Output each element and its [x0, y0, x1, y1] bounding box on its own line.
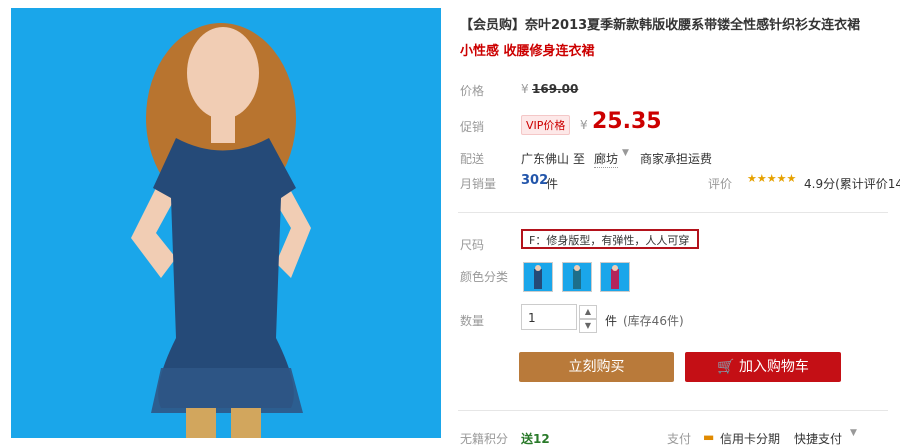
- shipping-label: 配送: [460, 152, 485, 166]
- points-label: 无籍积分: [460, 432, 509, 446]
- sales-label: 月销量: [460, 177, 497, 191]
- add-to-cart-button[interactable]: 🛒 加入购物车: [685, 352, 841, 382]
- product-info-panel: 【会员购】奈叶2013夏季新款韩版收腰系带镂全性感针织衫女连衣裙 小性感 收腰修…: [458, 0, 900, 447]
- sales-unit: 件: [546, 177, 559, 191]
- color-swatch-teal[interactable]: [562, 262, 592, 292]
- product-photo[interactable]: [11, 8, 441, 438]
- buy-now-button[interactable]: 立刻购买: [519, 352, 674, 382]
- quick-pay[interactable]: 快捷支付: [794, 430, 842, 447]
- sales-count: 302: [521, 173, 549, 188]
- rating-label: 评价: [708, 177, 733, 191]
- credit-card-installment[interactable]: 信用卡分期: [720, 430, 780, 447]
- stock-text: (库存46件): [623, 314, 684, 328]
- rating-text[interactable]: 4.9分(累计评价14): [804, 175, 900, 192]
- vip-price: 25.35: [592, 109, 662, 134]
- color-label: 颜色分类: [460, 270, 509, 284]
- vip-currency-symbol: ¥: [580, 118, 588, 132]
- add-to-cart-label: 加入购物车: [738, 359, 809, 375]
- product-title[interactable]: 【会员购】奈叶2013夏季新款韩版收腰系带镂全性感针织衫女连衣裙: [460, 14, 860, 33]
- chevron-down-icon[interactable]: ▼: [850, 428, 857, 438]
- payment-label: 支付: [667, 432, 692, 446]
- quantity-decrease-button[interactable]: ▼: [579, 319, 597, 333]
- size-label: 尺码: [460, 238, 485, 252]
- points-value: 送12: [521, 432, 550, 446]
- shipping-from: 广东佛山: [521, 152, 570, 166]
- product-subtitle: 小性感 收腰修身连衣裙: [460, 44, 595, 59]
- chevron-down-icon[interactable]: ▼: [622, 148, 629, 158]
- original-price: 169.00: [532, 82, 579, 96]
- divider: [458, 212, 888, 213]
- shipping-destination[interactable]: 廊坊: [594, 150, 619, 168]
- currency-symbol: ¥: [521, 82, 529, 96]
- divider-bottom: [458, 410, 888, 411]
- vip-price-badge: VIP价格: [521, 115, 571, 135]
- quantity-label: 数量: [460, 314, 485, 328]
- shipping-note: 商家承担运费: [640, 152, 713, 166]
- rating-stars-icon: ★★★★★: [747, 172, 797, 185]
- cart-icon: 🛒: [717, 359, 735, 375]
- color-swatch-rose[interactable]: [600, 262, 630, 292]
- quantity-increase-button[interactable]: ▲: [579, 305, 597, 319]
- size-option-selected[interactable]: F：修身版型，有弹性，人人可穿: [521, 229, 699, 249]
- credit-card-icon: ▬: [703, 430, 715, 444]
- shipping-to-word: 至: [573, 152, 586, 166]
- quantity-unit: 件: [605, 314, 618, 328]
- model-illustration: [131, 23, 311, 438]
- price-label: 价格: [460, 84, 485, 98]
- promo-label: 促销: [460, 120, 485, 134]
- quantity-input[interactable]: 1: [521, 304, 577, 330]
- color-swatch-blue[interactable]: [523, 262, 553, 292]
